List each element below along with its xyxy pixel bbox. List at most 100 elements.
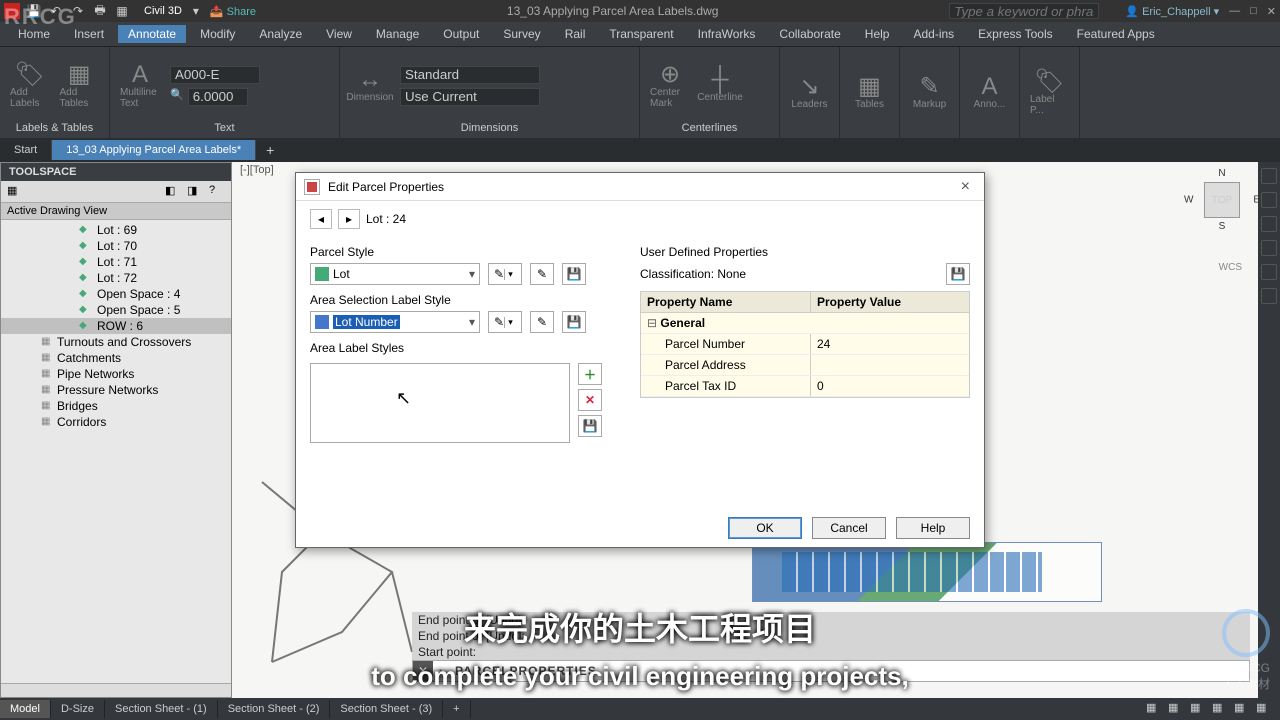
layout-tab[interactable]: D-Size xyxy=(51,700,105,718)
open-icon[interactable]: ▦ xyxy=(114,3,130,19)
layout-tab[interactable]: Section Sheet - (1) xyxy=(105,700,218,718)
tab-modify[interactable]: Modify xyxy=(190,25,245,43)
text-style-input[interactable] xyxy=(170,66,260,84)
viewcube[interactable]: NSEW TOP xyxy=(1192,170,1252,230)
tab-annotate[interactable]: Annotate xyxy=(118,25,186,43)
next-parcel-button[interactable]: ▸ xyxy=(338,209,360,229)
tab-survey[interactable]: Survey xyxy=(493,25,550,43)
tree-item-lot[interactable]: Lot : 71 xyxy=(1,254,231,270)
pick-style-button[interactable]: ✎ xyxy=(530,263,554,285)
panel-dimensions[interactable]: Dimensions xyxy=(350,120,629,134)
dimension-button[interactable]: ↔Dimension xyxy=(350,61,390,111)
tab-manage[interactable]: Manage xyxy=(366,25,429,43)
sb-icon[interactable]: ▦ xyxy=(1234,701,1250,717)
nav-icon[interactable] xyxy=(1261,264,1277,280)
layout-tab-model[interactable]: Model xyxy=(0,700,51,718)
find-icon[interactable]: 🔍 xyxy=(170,88,184,106)
pick-labelstyle-button[interactable]: ✎ xyxy=(530,311,554,333)
tree-node[interactable]: Pressure Networks xyxy=(1,382,231,398)
tab-start[interactable]: Start xyxy=(0,140,52,160)
prop-value[interactable]: 0 xyxy=(811,376,830,396)
nav-icon[interactable] xyxy=(1261,288,1277,304)
apply-styles-button[interactable]: 💾 xyxy=(578,415,602,437)
add-tables-button[interactable]: ▦Add Tables xyxy=(60,61,100,111)
markup-button[interactable]: ✎Markup xyxy=(910,68,949,118)
help-icon[interactable]: ? xyxy=(209,184,225,200)
tables-button[interactable]: ▦Tables xyxy=(850,68,889,118)
nav-icon[interactable] xyxy=(1261,216,1277,232)
sb-icon[interactable]: ▦ xyxy=(1190,701,1206,717)
tab-view[interactable]: View xyxy=(316,25,362,43)
tab-featured[interactable]: Featured Apps xyxy=(1067,25,1165,43)
viewcube-top[interactable]: TOP xyxy=(1204,182,1240,218)
sb-icon[interactable]: ▦ xyxy=(1212,701,1228,717)
window-minimize-icon[interactable]: — xyxy=(1229,5,1240,17)
dim-layer-input[interactable] xyxy=(400,88,540,106)
parcel-style-select[interactable]: Lot▾ xyxy=(310,263,480,285)
panel-labels-tables[interactable]: Labels & Tables xyxy=(10,120,99,134)
user-name[interactable]: 👤 Eric_Chappell ▾ xyxy=(1125,5,1219,18)
tab-transparent[interactable]: Transparent xyxy=(599,25,683,43)
panel-text[interactable]: Text xyxy=(120,120,329,134)
text-height-input[interactable] xyxy=(188,88,248,106)
layout-add-button[interactable]: + xyxy=(443,700,470,718)
tab-file[interactable]: 13_03 Applying Parcel Area Labels* xyxy=(52,140,256,160)
apply-labelstyle-button[interactable]: 💾 xyxy=(562,311,586,333)
tab-help[interactable]: Help xyxy=(855,25,900,43)
layout-tab[interactable]: Section Sheet - (3) xyxy=(330,700,443,718)
prop-value[interactable]: 24 xyxy=(811,334,836,354)
tree-node[interactable]: Catchments xyxy=(1,350,231,366)
dim-style-input[interactable] xyxy=(400,66,540,84)
wcs-label[interactable]: WCS xyxy=(1219,262,1242,273)
multiline-text-button[interactable]: AMultiline Text xyxy=(120,61,160,111)
area-sel-select[interactable]: Lot Number▾ xyxy=(310,311,480,333)
ok-button[interactable]: OK xyxy=(728,517,802,539)
apply-style-button[interactable]: 💾 xyxy=(562,263,586,285)
new-tab-button[interactable]: + xyxy=(256,140,284,160)
tab-analyze[interactable]: Analyze xyxy=(249,25,312,43)
prop-value[interactable] xyxy=(811,355,823,375)
layout-tab[interactable]: Section Sheet - (2) xyxy=(218,700,331,718)
anno-button[interactable]: AAnno... xyxy=(970,68,1009,118)
prev-parcel-button[interactable]: ◂ xyxy=(310,209,332,229)
toolspace-icon-3[interactable]: ◨ xyxy=(187,184,203,200)
edit-style-button[interactable]: ✎▾ xyxy=(488,263,522,285)
add-style-button[interactable]: ＋ xyxy=(578,363,602,385)
toolspace-icon[interactable]: ▦ xyxy=(7,184,23,200)
add-labels-button[interactable]: 🏷Add Labels xyxy=(10,61,50,111)
tree-node[interactable]: Corridors xyxy=(1,414,231,430)
panel-centerlines[interactable]: Centerlines xyxy=(650,120,769,134)
tree-item-lot[interactable]: Lot : 70 xyxy=(1,238,231,254)
cancel-button[interactable]: Cancel xyxy=(812,517,886,539)
tab-infraworks[interactable]: InfraWorks xyxy=(688,25,766,43)
leaders-button[interactable]: ↘Leaders xyxy=(790,68,829,118)
tree-item-openspace[interactable]: Open Space : 5 xyxy=(1,302,231,318)
nav-icon[interactable] xyxy=(1261,240,1277,256)
tree-item-lot[interactable]: Lot : 69 xyxy=(1,222,231,238)
area-label-styles-list[interactable] xyxy=(310,363,570,443)
prop-group-general[interactable]: General xyxy=(641,313,969,334)
active-drawing-view[interactable]: Active Drawing View xyxy=(1,203,231,220)
help-button[interactable]: Help xyxy=(896,517,970,539)
tab-addins[interactable]: Add-ins xyxy=(903,25,964,43)
tree-item-openspace[interactable]: Open Space : 4 xyxy=(1,286,231,302)
centerline-button[interactable]: ┼Centerline xyxy=(700,61,740,111)
nav-icon[interactable] xyxy=(1261,192,1277,208)
tree-node[interactable]: Bridges xyxy=(1,398,231,414)
tab-collaborate[interactable]: Collaborate xyxy=(769,25,850,43)
apply-classification-button[interactable]: 💾 xyxy=(946,263,970,285)
edit-labelstyle-button[interactable]: ✎▾ xyxy=(488,311,522,333)
sb-icon[interactable]: ▦ xyxy=(1168,701,1184,717)
search-input[interactable] xyxy=(949,3,1099,19)
tree-node[interactable]: Pipe Networks xyxy=(1,366,231,382)
tree-item-row-selected[interactable]: ROW : 6 xyxy=(1,318,231,334)
tab-rail[interactable]: Rail xyxy=(555,25,596,43)
product-dropdown-icon[interactable]: ▾ xyxy=(188,3,204,19)
nav-icon[interactable] xyxy=(1261,168,1277,184)
tree-node[interactable]: Turnouts and Crossovers xyxy=(1,334,231,350)
window-close-icon[interactable]: ✕ xyxy=(1267,5,1276,18)
toolspace-icon-2[interactable]: ◧ xyxy=(165,184,181,200)
dialog-close-icon[interactable]: × xyxy=(955,178,976,196)
tab-express[interactable]: Express Tools xyxy=(968,25,1062,43)
sb-icon[interactable]: ▦ xyxy=(1146,701,1162,717)
